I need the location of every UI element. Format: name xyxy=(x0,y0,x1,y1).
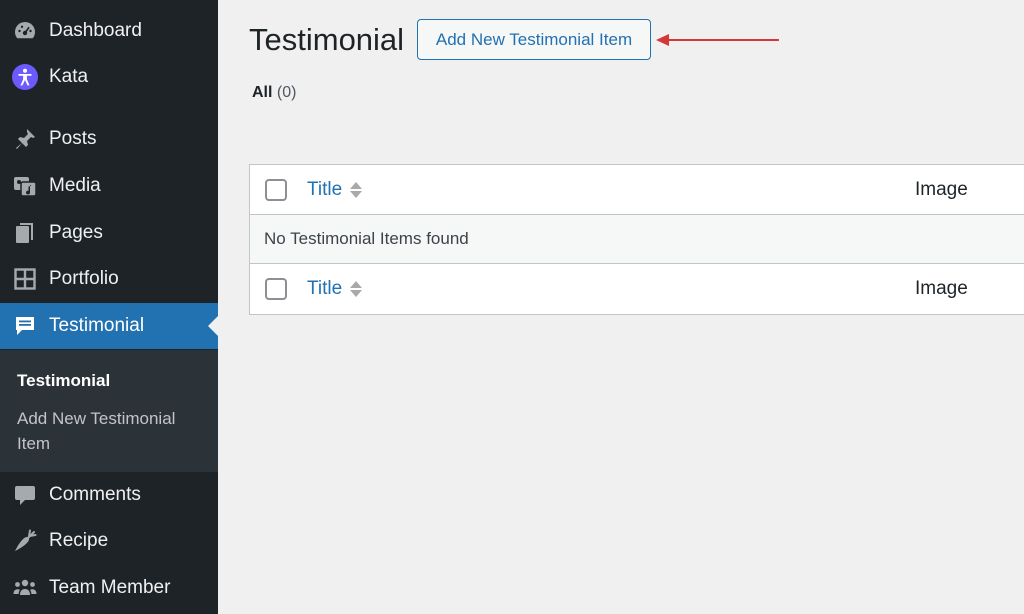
annotation-arrow-icon xyxy=(656,34,779,46)
submenu-item-testimonial[interactable]: Testimonial xyxy=(17,368,110,393)
select-all-checkbox[interactable] xyxy=(265,178,287,201)
submenu-item-add-new[interactable]: Add New Testimonial Item xyxy=(17,406,197,456)
accessibility-icon xyxy=(12,64,38,90)
pin-icon xyxy=(12,126,38,152)
sidebar-item-label: Recipe xyxy=(49,530,109,551)
page-title: Testimonial xyxy=(249,22,405,57)
sidebar-item-label: Dashboard xyxy=(49,20,142,41)
sort-icon xyxy=(350,281,363,297)
sidebar-item-label: Team Member xyxy=(49,577,171,598)
sidebar-item-label: Pages xyxy=(49,222,103,243)
grid-icon xyxy=(12,266,38,292)
group-icon xyxy=(12,575,38,601)
sidebar-item-label: Posts xyxy=(49,128,97,149)
select-all-checkbox-footer[interactable] xyxy=(265,278,287,300)
empty-message: No Testimonial Items found xyxy=(264,229,469,248)
media-icon xyxy=(12,173,38,199)
sidebar-item-testimonial[interactable]: Testimonial xyxy=(0,303,218,349)
dashboard-icon xyxy=(12,18,38,44)
sort-icon xyxy=(350,181,363,198)
testimonial-icon xyxy=(12,313,38,339)
sidebar-item-comments[interactable]: Comments xyxy=(0,472,218,518)
sidebar-item-portfolio[interactable]: Portfolio xyxy=(0,256,218,302)
sidebar-item-media[interactable]: Media xyxy=(0,163,218,209)
title-column-label: Title xyxy=(307,278,343,299)
view-filters: All (0) xyxy=(252,84,296,102)
main-content: Testimonial Add New Testimonial Item All… xyxy=(218,0,1024,614)
admin-sidebar: Dashboard Kata Posts Media Pages Portfol… xyxy=(0,0,218,614)
testimonial-submenu: Testimonial Add New Testimonial Item xyxy=(0,350,218,472)
sidebar-item-team-member[interactable]: Team Member xyxy=(0,565,218,611)
title-column-footer[interactable]: Title xyxy=(307,278,363,300)
sidebar-item-posts[interactable]: Posts xyxy=(0,116,218,162)
sidebar-item-pages[interactable]: Pages xyxy=(0,210,218,256)
sidebar-item-label: Comments xyxy=(49,484,141,505)
sidebar-item-label: Testimonial xyxy=(49,315,145,336)
add-new-testimonial-button[interactable]: Add New Testimonial Item xyxy=(417,19,651,60)
comment-icon xyxy=(12,482,38,508)
sidebar-item-label: Portfolio xyxy=(49,268,119,289)
sidebar-item-dashboard[interactable]: Dashboard xyxy=(0,8,218,54)
sidebar-item-label: Kata xyxy=(49,66,89,87)
image-column-footer: Image xyxy=(915,278,968,299)
sidebar-item-recipe[interactable]: Recipe xyxy=(0,518,218,564)
filter-all-link[interactable]: All xyxy=(252,84,272,101)
pages-icon xyxy=(12,220,38,246)
carrot-icon xyxy=(12,528,38,554)
image-column-header: Image xyxy=(915,178,968,200)
sidebar-item-label: Media xyxy=(49,175,101,196)
title-column-label: Title xyxy=(307,178,343,200)
sidebar-item-kata[interactable]: Kata xyxy=(0,54,218,100)
filter-all-count: (0) xyxy=(276,84,297,101)
table-footer-row: Title Image xyxy=(250,264,1024,314)
title-column-header[interactable]: Title xyxy=(307,178,363,201)
testimonial-list-table: Title Image No Testimonial Items found T… xyxy=(249,164,1024,315)
table-header-row: Title Image xyxy=(250,165,1024,215)
table-row-empty: No Testimonial Items found xyxy=(250,215,1024,264)
